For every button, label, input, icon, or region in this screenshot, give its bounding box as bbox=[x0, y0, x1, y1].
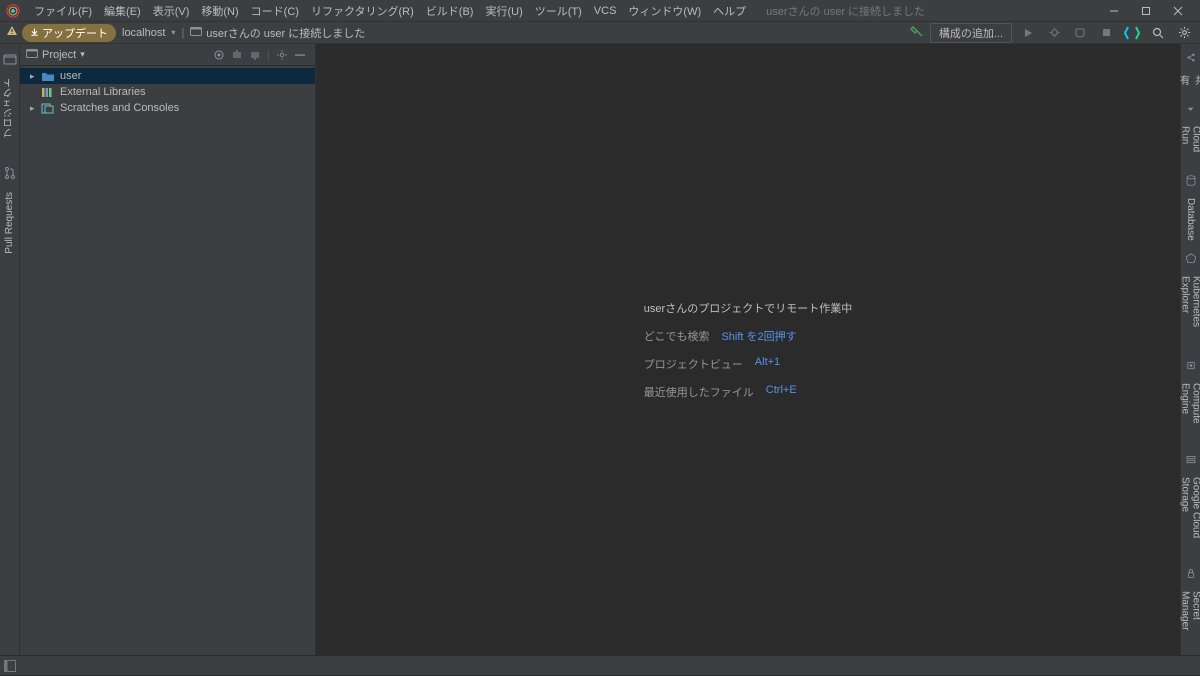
breadcrumb-path[interactable]: userさんの user に接続しました bbox=[206, 25, 365, 41]
menu-file[interactable]: ファイル(F) bbox=[28, 0, 98, 22]
right-tab-compute-engine[interactable]: Compute Engine bbox=[1178, 375, 1200, 450]
settings-gear-icon[interactable] bbox=[1174, 23, 1194, 43]
breadcrumb-host[interactable]: localhost bbox=[122, 27, 165, 39]
window-title: userさんの user に接続しました bbox=[766, 3, 925, 19]
separator: | bbox=[267, 49, 270, 61]
welcome-hint-recent-files: 最近使用したファイル Ctrl+E bbox=[644, 384, 852, 400]
right-tab-cloud-storage[interactable]: Google Cloud Storage bbox=[1178, 469, 1200, 563]
right-tool-window-bar: 共有 Cloud Run Database Kubernetes Explore… bbox=[1180, 44, 1200, 655]
tree-node-user[interactable]: ▸ user bbox=[20, 68, 315, 84]
welcome-hint-label: プロジェクトビュー bbox=[644, 356, 743, 372]
welcome-panel: userさんのプロジェクトでリモート作業中 どこでも検索 Shift を2回押す… bbox=[644, 300, 852, 400]
download-icon bbox=[30, 28, 39, 37]
left-tool-window-bar: プロジェクト Pull Requests bbox=[0, 44, 20, 655]
pull-requests-icon[interactable] bbox=[3, 166, 17, 180]
maximize-button[interactable] bbox=[1130, 0, 1162, 22]
menu-refactor[interactable]: リファクタリング(R) bbox=[305, 0, 420, 22]
tree-node-scratches[interactable]: ▸ Scratches and Consoles bbox=[20, 100, 315, 116]
collapse-all-icon[interactable] bbox=[246, 46, 264, 64]
menu-code[interactable]: コード(C) bbox=[245, 0, 305, 22]
right-tab-kubernetes[interactable]: Kubernetes Explorer bbox=[1178, 268, 1200, 356]
cloud-run-icon[interactable] bbox=[1184, 103, 1198, 114]
project-tree[interactable]: ▸ user External Libraries ▸ Scratches an… bbox=[20, 66, 315, 655]
toolbar-right: 構成の追加... bbox=[910, 23, 1194, 43]
menu-run[interactable]: 実行(U) bbox=[479, 0, 528, 22]
main-content: プロジェクト Pull Requests Project ▾ | ▸ user bbox=[0, 44, 1200, 655]
right-tab-database[interactable]: Database bbox=[1183, 190, 1198, 249]
run-config-dropdown[interactable]: 構成の追加... bbox=[930, 23, 1012, 43]
project-header-icon bbox=[26, 48, 38, 61]
welcome-hint-shortcut: Ctrl+E bbox=[766, 384, 797, 400]
database-icon[interactable] bbox=[1184, 175, 1198, 186]
right-tab-cloud-run[interactable]: Cloud Run bbox=[1178, 118, 1200, 171]
close-button[interactable] bbox=[1162, 0, 1194, 22]
menu-view[interactable]: 表示(V) bbox=[147, 0, 196, 22]
code-with-me-icon[interactable] bbox=[1122, 23, 1142, 43]
scratches-icon bbox=[40, 101, 56, 115]
welcome-hint-label: どこでも検索 bbox=[644, 328, 710, 344]
expand-arrow-icon[interactable]: ▸ bbox=[30, 71, 40, 82]
welcome-hint-project-view: プロジェクトビュー Alt+1 bbox=[644, 356, 852, 372]
welcome-title: userさんのプロジェクトでリモート作業中 bbox=[644, 300, 852, 316]
update-badge[interactable]: アップデート bbox=[22, 24, 116, 42]
welcome-hint-label: 最近使用したファイル bbox=[644, 384, 754, 400]
project-panel-header: Project ▾ | bbox=[20, 44, 315, 66]
tree-node-label: user bbox=[60, 70, 81, 82]
menu-edit[interactable]: 編集(E) bbox=[98, 0, 147, 22]
minimize-button[interactable] bbox=[1098, 0, 1130, 22]
warning-icon bbox=[6, 25, 18, 40]
right-tab-secret-manager[interactable]: Secret Manager bbox=[1178, 583, 1200, 655]
tool-window-quick-access-icon[interactable] bbox=[0, 656, 20, 676]
chevron-down-icon: ▾ bbox=[171, 28, 175, 37]
debug-button[interactable] bbox=[1044, 23, 1064, 43]
build-icon[interactable] bbox=[910, 24, 924, 41]
hide-panel-icon[interactable] bbox=[291, 46, 309, 64]
window-controls bbox=[1098, 0, 1194, 22]
chevron-down-icon[interactable]: ▾ bbox=[80, 49, 85, 60]
run-coverage-button[interactable] bbox=[1070, 23, 1090, 43]
menu-navigate[interactable]: 移動(N) bbox=[195, 0, 244, 22]
menu-tools[interactable]: ツール(T) bbox=[529, 0, 588, 22]
expand-arrow-icon[interactable]: ▸ bbox=[30, 103, 40, 114]
panel-options-gear-icon[interactable] bbox=[273, 46, 291, 64]
left-tab-project[interactable]: プロジェクト bbox=[0, 70, 19, 146]
status-bar bbox=[0, 655, 1200, 675]
welcome-hint-shortcut: Alt+1 bbox=[755, 356, 780, 372]
cloud-storage-icon[interactable] bbox=[1184, 454, 1198, 465]
folder-icon bbox=[190, 26, 202, 39]
project-tool-icon[interactable] bbox=[3, 52, 17, 66]
tree-node-external-libraries[interactable]: External Libraries bbox=[20, 84, 315, 100]
breadcrumb-separator: | bbox=[181, 27, 184, 39]
select-opened-file-icon[interactable] bbox=[210, 46, 228, 64]
stop-button[interactable] bbox=[1096, 23, 1116, 43]
right-tab-share[interactable]: 共有 bbox=[1174, 67, 1200, 99]
app-logo-icon bbox=[6, 4, 20, 18]
welcome-hint-search: どこでも検索 Shift を2回押す bbox=[644, 328, 852, 344]
editor-area: userさんのプロジェクトでリモート作業中 どこでも検索 Shift を2回押す… bbox=[316, 44, 1180, 655]
kubernetes-icon[interactable] bbox=[1184, 253, 1198, 264]
menu-bar: ファイル(F) 編集(E) 表示(V) 移動(N) コード(C) リファクタリン… bbox=[0, 0, 1200, 22]
tree-node-label: External Libraries bbox=[60, 86, 146, 98]
menu-vcs[interactable]: VCS bbox=[588, 0, 623, 22]
secret-manager-icon[interactable] bbox=[1184, 568, 1198, 579]
left-tab-pull-requests[interactable]: Pull Requests bbox=[2, 184, 17, 262]
project-panel-title[interactable]: Project bbox=[42, 49, 76, 61]
expand-all-icon[interactable] bbox=[228, 46, 246, 64]
run-button[interactable] bbox=[1018, 23, 1038, 43]
menu-window[interactable]: ウィンドウ(W) bbox=[622, 0, 707, 22]
compute-engine-icon[interactable] bbox=[1184, 360, 1198, 371]
share-icon[interactable] bbox=[1184, 52, 1198, 63]
navigation-bar: アップデート localhost ▾ | userさんの user に接続しまし… bbox=[0, 22, 1200, 44]
welcome-hint-shortcut: Shift を2回押す bbox=[721, 328, 796, 344]
menu-build[interactable]: ビルド(B) bbox=[420, 0, 480, 22]
menu-help[interactable]: ヘルプ bbox=[707, 0, 752, 22]
tree-node-label: Scratches and Consoles bbox=[60, 102, 179, 114]
folder-blue-icon bbox=[40, 69, 56, 83]
project-tool-window: Project ▾ | ▸ user External Libraries ▸ bbox=[20, 44, 316, 655]
library-icon bbox=[40, 85, 56, 99]
search-everywhere-icon[interactable] bbox=[1148, 23, 1168, 43]
